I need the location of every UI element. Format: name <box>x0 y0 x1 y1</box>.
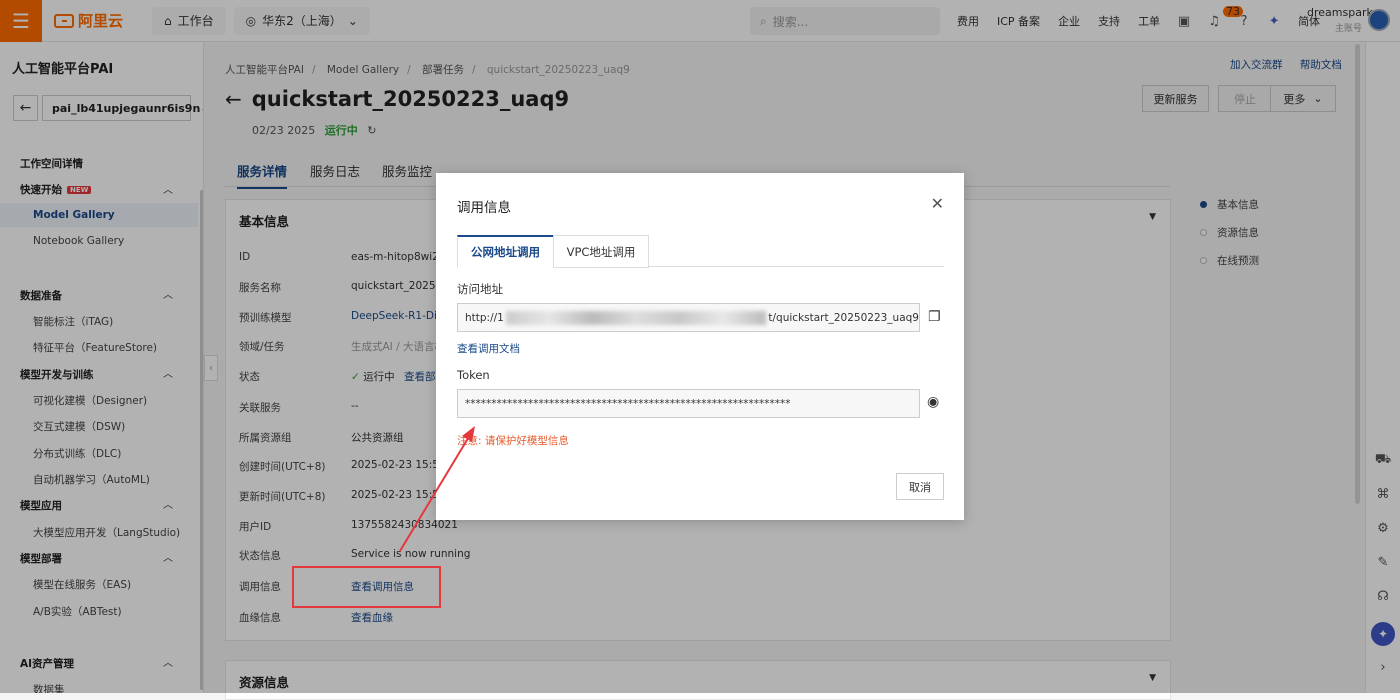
eye-off-icon[interactable]: ◉ <box>927 394 939 410</box>
warning-prefix: 注意: <box>457 435 482 447</box>
blurred-region <box>505 310 767 325</box>
close-icon[interactable]: ✕ <box>931 194 944 213</box>
dialog-tabs: 公网地址调用 VPC地址调用 <box>457 235 944 268</box>
warning-text: 注意: 请保护好模型信息 <box>457 433 569 448</box>
copy-icon[interactable]: ❐ <box>928 309 941 325</box>
cancel-button[interactable]: 取消 <box>896 473 944 500</box>
token-field[interactable]: ****************************************… <box>457 389 920 418</box>
url-label: 访问地址 <box>457 282 503 296</box>
token-value: ****************************************… <box>465 397 791 410</box>
tab-public-endpoint[interactable]: 公网地址调用 <box>457 235 554 268</box>
view-invoke-doc-link[interactable]: 查看调用文档 <box>457 341 520 356</box>
token-label: Token <box>457 368 490 382</box>
url-prefix: http://1 <box>465 311 504 324</box>
url-field[interactable]: http://1 t/quickstart_20250223_uaq9 <box>457 303 920 332</box>
annotation-highlight-box <box>292 566 441 608</box>
url-suffix: t/quickstart_20250223_uaq9 <box>768 311 919 324</box>
tab-vpc-endpoint[interactable]: VPC地址调用 <box>553 235 649 268</box>
invoke-info-dialog: 调用信息 ✕ 公网地址调用 VPC地址调用 访问地址 http://1 t/qui… <box>436 173 964 520</box>
dialog-title: 调用信息 <box>457 200 511 216</box>
warning-message: 请保护好模型信息 <box>484 435 569 447</box>
